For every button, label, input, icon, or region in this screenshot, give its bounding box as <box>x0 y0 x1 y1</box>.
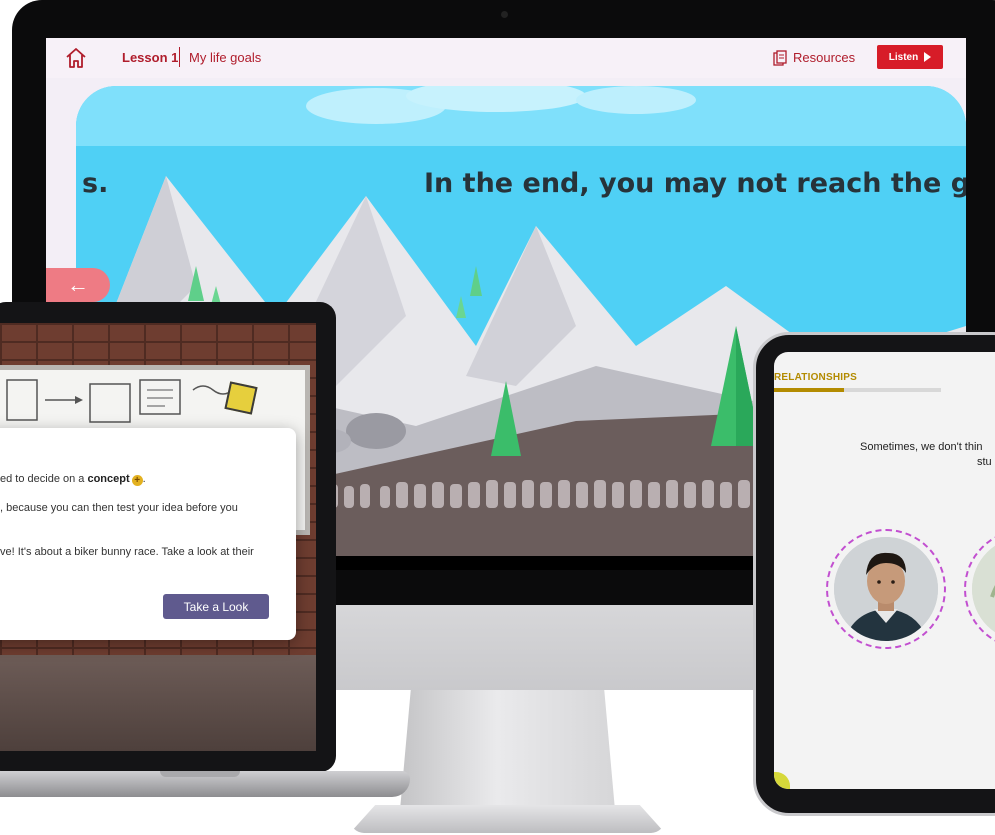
scrolling-text-right: In the end, you may not reach the g <box>424 168 966 199</box>
dialog-text: ed to decide on a <box>0 473 88 485</box>
student-portrait-icon <box>834 537 938 641</box>
camera-icon <box>501 11 508 18</box>
progress-bar <box>774 388 941 392</box>
dialog-text-end: . <box>142 473 146 485</box>
concept-dialog: ed to decide on a concept +. , because yo… <box>0 428 296 640</box>
dialog-line-3: ve! It's about a biker bunny race. Take … <box>0 546 254 558</box>
lesson-top-bar: Lesson 1 My life goals Resources Listen <box>46 38 966 78</box>
listen-button[interactable]: Listen <box>877 45 943 69</box>
tablet-screen: RELATIONSHIPS Sometimes, we don't thin s… <box>774 352 995 789</box>
lesson-number: Lesson 1 <box>122 50 179 65</box>
laptop-notch <box>160 771 240 777</box>
play-icon <box>924 52 932 62</box>
home-icon[interactable] <box>64 46 88 70</box>
back-button[interactable]: ← <box>46 268 110 302</box>
listen-label: Listen <box>888 51 919 63</box>
desk <box>0 655 316 751</box>
question-text-line-1: Sometimes, we don't thin <box>860 441 983 453</box>
title-divider <box>179 47 180 67</box>
dialog-line-1: ed to decide on a concept +. <box>0 473 146 486</box>
progress-fill <box>774 388 845 392</box>
resources-link[interactable]: Resources <box>793 50 855 65</box>
concept-term[interactable]: concept <box>87 473 129 485</box>
documents-icon[interactable] <box>773 50 787 66</box>
take-a-look-button[interactable]: Take a Look <box>163 594 269 619</box>
lesson-title: My life goals <box>189 50 262 65</box>
section-title: RELATIONSHIPS <box>774 372 857 383</box>
imac-stand-foot <box>350 805 665 833</box>
arrow-left-icon: ← <box>67 272 89 297</box>
avatar[interactable] <box>834 537 938 641</box>
dialog-line-2: , because you can then test your idea be… <box>0 502 238 514</box>
plus-circle-icon[interactable]: + <box>131 475 143 486</box>
scrolling-text-left: s. <box>82 168 109 199</box>
sticky-note <box>224 381 258 415</box>
laptop-screen: ed to decide on a concept +. , because yo… <box>0 323 316 751</box>
imac-stand-neck <box>400 690 615 810</box>
question-text-line-2: stu <box>977 456 992 468</box>
